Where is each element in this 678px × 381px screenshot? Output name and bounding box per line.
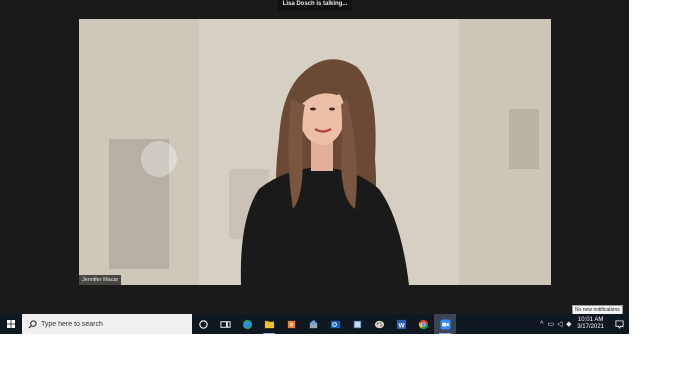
search-input[interactable] [41,320,181,328]
clock-time: 10:01 AM [577,317,604,323]
edge-button[interactable] [236,314,258,334]
paint-button[interactable] [368,314,390,334]
task-view-button[interactable] [214,314,236,334]
edge-icon [242,319,252,329]
file-explorer-icon [264,320,274,328]
system-tray: ^ ▭ ◁ ◆ 10:01 AM 3/17/2021 [537,314,629,334]
snipping-tool-button[interactable] [302,314,324,334]
paint-icon [374,320,384,328]
outlook-icon [330,320,340,328]
start-button[interactable] [0,314,22,334]
taskbar-clock[interactable]: 10:01 AM 3/17/2021 [577,317,604,331]
chrome-icon [418,319,428,329]
search-icon [28,319,37,329]
windows-taskbar: W ^ ▭ ◁ ◆ 10:01 AM 3/17/2021 [0,314,629,334]
chrome-button[interactable] [412,314,434,334]
outlook-button[interactable] [324,314,346,334]
battery-icon[interactable]: ▭ [546,320,555,328]
cortana-icon [198,319,208,329]
participant-name-label: Jennifer Macar [79,275,122,285]
chevron-up-icon[interactable]: ^ [537,321,546,328]
task-view-icon [219,320,231,328]
dropbox-icon[interactable]: ◆ [564,320,573,328]
onedrive-icon [353,320,361,328]
clock-date: 3/17/2021 [577,324,604,330]
snipping-tool-icon [309,319,317,328]
word-button[interactable]: W [390,314,412,334]
participant-video[interactable] [79,19,551,285]
photos-button[interactable] [280,314,302,334]
cortana-button[interactable] [192,314,214,334]
action-center-button[interactable] [609,314,629,334]
video-frame-image [79,19,551,285]
notification-icon [614,319,624,329]
zoom-meeting-window: Lisa Dosch is talking... Jennifer Macar [0,0,629,314]
svg-text:W: W [398,322,405,329]
onedrive-button[interactable] [346,314,368,334]
active-speaker-banner: Lisa Dosch is talking... [278,0,352,11]
zoom-icon [439,318,451,330]
windows-logo-icon [7,320,15,328]
taskbar-search-box[interactable] [22,314,192,334]
zoom-button[interactable] [434,314,456,334]
word-icon: W [396,319,406,329]
file-explorer-button[interactable] [258,314,280,334]
photos-icon [287,320,295,328]
volume-icon[interactable]: ◁ [555,320,564,328]
